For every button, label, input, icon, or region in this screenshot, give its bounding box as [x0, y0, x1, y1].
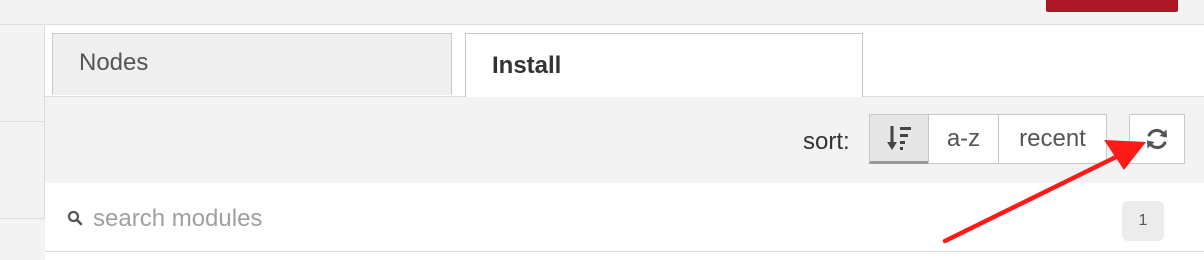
sidebar-panel	[0, 122, 45, 219]
tab-bar: Nodes Install	[45, 25, 1204, 97]
top-bar	[0, 0, 1204, 25]
sort-az-button[interactable]: a-z	[928, 114, 999, 164]
sort-label: sort:	[803, 128, 850, 155]
tab-install[interactable]: Install	[465, 33, 863, 97]
result-count-badge: 1	[1122, 201, 1164, 241]
sort-toolbar: sort: a-z recent	[45, 96, 1204, 184]
sidebar-panel	[0, 25, 45, 122]
sort-button-group: a-z recent	[869, 114, 1107, 164]
left-sidebar	[0, 25, 45, 260]
refresh-icon	[1147, 128, 1167, 150]
header-action-button[interactable]	[1046, 0, 1178, 12]
sort-relevance-button[interactable]	[869, 114, 929, 164]
search-input[interactable]	[93, 199, 993, 239]
search-row: 1	[45, 183, 1204, 252]
refresh-button[interactable]	[1129, 114, 1185, 164]
tab-nodes[interactable]: Nodes	[52, 33, 452, 95]
sort-relevance-icon	[887, 126, 911, 150]
search-icon	[67, 210, 83, 226]
sort-recent-button[interactable]: recent	[998, 114, 1107, 164]
